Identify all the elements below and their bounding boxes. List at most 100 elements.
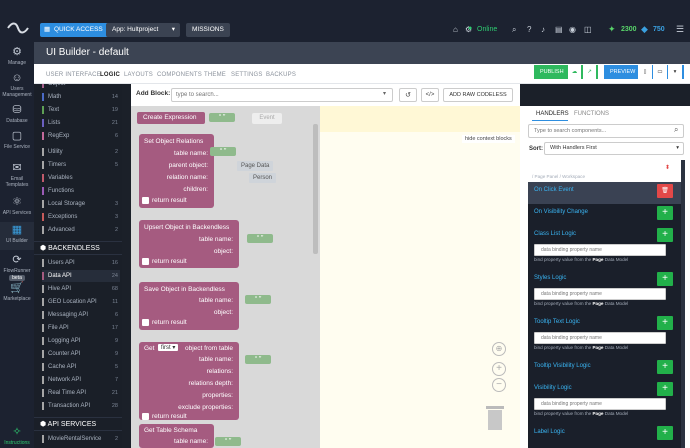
nav-item-marketplace[interactable]: 🛒 Marketplace xyxy=(0,282,34,302)
publish-button[interactable]: PUBLISH ☁ ↗ xyxy=(534,65,598,79)
nav-item-email-templates[interactable]: ✉ Email Templates xyxy=(0,162,34,188)
tab-components[interactable]: COMPONENTS xyxy=(157,72,202,78)
gift-icon[interactable]: ◫ xyxy=(584,25,592,34)
category-item-regexp[interactable]: RegExp 6 xyxy=(42,130,120,142)
text-chip[interactable]: “ ” xyxy=(215,437,241,446)
tab-handlers[interactable]: HANDLERS xyxy=(536,111,569,117)
get-object-from-table-block[interactable]: Get first ▾ object from table table name… xyxy=(139,342,239,420)
event-block[interactable]: Event xyxy=(252,113,282,124)
text-chip[interactable]: “ ” xyxy=(210,147,236,156)
category-item-network-api[interactable]: Network API 7 xyxy=(42,374,120,386)
category-item-functions[interactable]: Functions xyxy=(42,185,120,197)
nav-item-instructions[interactable]: ✧ Instructions xyxy=(0,426,34,446)
person-chip[interactable]: Person xyxy=(249,173,277,183)
category-item-math[interactable]: Math 14 xyxy=(42,91,120,103)
category-item-file-api[interactable]: File API 17 xyxy=(42,322,120,334)
category-item-messaging-api[interactable]: Messaging API 6 xyxy=(42,309,120,321)
recenter-icon[interactable]: ⊕ xyxy=(492,342,506,356)
save-object-block[interactable]: Save Object in Backendless table name: o… xyxy=(139,282,239,330)
code-button[interactable]: </> xyxy=(421,88,439,102)
trash-icon[interactable] xyxy=(485,403,505,431)
flyout-scrollbar[interactable] xyxy=(313,124,318,254)
text-chip[interactable]: “ ” xyxy=(247,234,273,243)
handler-on-visibility-change[interactable]: On Visibility Change + xyxy=(528,204,683,226)
nav-item-manage[interactable]: ⚙ Manage xyxy=(0,46,34,66)
quick-access-button[interactable]: ▦ QUICK ACCESS xyxy=(40,23,109,37)
category-item-transaction-api[interactable]: Transaction API 28 xyxy=(42,400,120,412)
tab-layouts[interactable]: LAYOUTS xyxy=(124,72,153,78)
category-item-counter-api[interactable]: Counter API 9 xyxy=(42,348,120,360)
category-item-logging-api[interactable]: Logging API 9 xyxy=(42,335,120,347)
nav-item-api-services[interactable]: ⚛ API Services xyxy=(0,196,34,216)
zoom-out-icon[interactable]: − xyxy=(492,378,506,392)
category-item-exceptions[interactable]: Exceptions 3 xyxy=(42,211,120,223)
return-result-checkbox[interactable] xyxy=(142,197,149,204)
pin-icon[interactable]: ⬍ xyxy=(665,164,670,171)
add-handler-button[interactable]: + xyxy=(657,316,673,330)
add-block-search-input[interactable] xyxy=(171,88,393,102)
category-item-data-api[interactable]: Data API 24 xyxy=(42,270,120,282)
category-item-timers[interactable]: Timers 5 xyxy=(42,159,120,171)
nav-item-file-service[interactable]: ▢ File Service xyxy=(0,130,34,150)
tab-theme[interactable]: THEME xyxy=(204,72,226,78)
app-select[interactable]: App: Hultproject ▾ xyxy=(106,23,180,37)
avatar-icon[interactable]: ◉ xyxy=(569,25,576,34)
return-result-checkbox[interactable] xyxy=(142,319,149,326)
binding-property-input[interactable]: data binding property name xyxy=(534,288,666,300)
handlers-scrollbar[interactable] xyxy=(681,160,685,448)
category-item-lists[interactable]: Lists 21 xyxy=(42,117,120,129)
create-expression-block[interactable]: Create Expression xyxy=(137,112,205,124)
text-chip[interactable]: “ ” xyxy=(209,113,235,122)
search-icon[interactable]: ⌕ xyxy=(512,25,516,35)
tab-logic[interactable]: LOGIC xyxy=(100,72,120,78)
nav-item-users-management[interactable]: ☺ Users Management xyxy=(0,72,34,98)
category-item-users-api[interactable]: Users API 16 xyxy=(42,257,120,269)
first-select[interactable]: first ▾ xyxy=(158,344,179,351)
set-object-relations-block[interactable]: Set Object Relations table name: parent … xyxy=(139,134,214,208)
category-item-local-storage[interactable]: Local Storage 3 xyxy=(42,198,120,210)
category-item-variables[interactable]: Variables xyxy=(42,172,120,184)
tab-functions[interactable]: FUNCTIONS xyxy=(574,111,609,117)
category-item-geo-location-api[interactable]: GEO Location API 11 xyxy=(42,296,120,308)
nav-item-database[interactable]: ⛁ Database xyxy=(0,104,34,124)
get-table-schema-block[interactable]: Get Table Schema table name: xyxy=(139,424,214,448)
add-handler-button[interactable]: + xyxy=(657,426,673,440)
category-item-real-time-api[interactable]: Real Time API 21 xyxy=(42,387,120,399)
missions-button[interactable]: MISSIONS xyxy=(186,23,230,37)
zoom-in-icon[interactable]: + xyxy=(492,362,506,376)
bell-icon[interactable]: ♪ xyxy=(541,25,545,34)
tab-settings[interactable]: SETTINGS xyxy=(231,72,263,78)
add-raw-codeless-button[interactable]: ADD RAW CODELESS xyxy=(443,88,513,102)
section-api-services[interactable]: ⬢ API SERVICES xyxy=(34,417,122,431)
category-item-text[interactable]: Text 19 xyxy=(42,104,120,116)
tab-backups[interactable]: BACKUPS xyxy=(266,72,296,78)
book-icon[interactable]: ▤ xyxy=(555,25,563,34)
help-icon[interactable]: ? xyxy=(527,25,531,34)
handler-on-click-event[interactable]: On Click Event 🗑 xyxy=(528,182,683,204)
category-item-cache-api[interactable]: Cache API 5 xyxy=(42,361,120,373)
history-button[interactable]: ↺ xyxy=(399,88,417,102)
nav-item-ui-builder[interactable]: ▦ UI Builder xyxy=(0,222,34,250)
add-handler-button[interactable]: + xyxy=(657,360,673,374)
binding-property-input[interactable]: data binding property name xyxy=(534,244,666,256)
add-handler-button[interactable]: + xyxy=(657,382,673,396)
delete-handler-button[interactable]: 🗑 xyxy=(657,184,673,198)
text-chip[interactable]: “ ” xyxy=(245,355,271,364)
upsert-object-block[interactable]: Upsert Object in Backendless table name:… xyxy=(139,220,239,268)
handler-label-logic[interactable]: Label Logic + xyxy=(528,424,683,446)
category-item-hive-api[interactable]: Hive API 68 xyxy=(42,283,120,295)
text-chip[interactable]: “ ” xyxy=(245,295,271,304)
component-search-input[interactable] xyxy=(528,124,684,138)
preview-button[interactable]: PREVIEW ▯ ▭ ▾ xyxy=(604,65,684,79)
category-item-utility[interactable]: Utility 2 xyxy=(42,146,120,158)
binding-property-input[interactable]: data binding property name xyxy=(534,332,666,344)
return-result-checkbox[interactable] xyxy=(142,413,149,420)
home-icon[interactable]: ⌂ xyxy=(453,25,458,34)
return-result-checkbox[interactable] xyxy=(142,258,149,265)
add-handler-button[interactable]: + xyxy=(657,228,673,242)
sort-select[interactable]: With Handlers First ▾ xyxy=(544,142,684,155)
add-handler-button[interactable]: + xyxy=(657,272,673,286)
category-item-advanced[interactable]: Advanced 2 xyxy=(42,224,120,236)
backendless-logo-icon[interactable] xyxy=(6,20,30,36)
hide-context-blocks-link[interactable]: hide context blocks xyxy=(462,135,515,143)
